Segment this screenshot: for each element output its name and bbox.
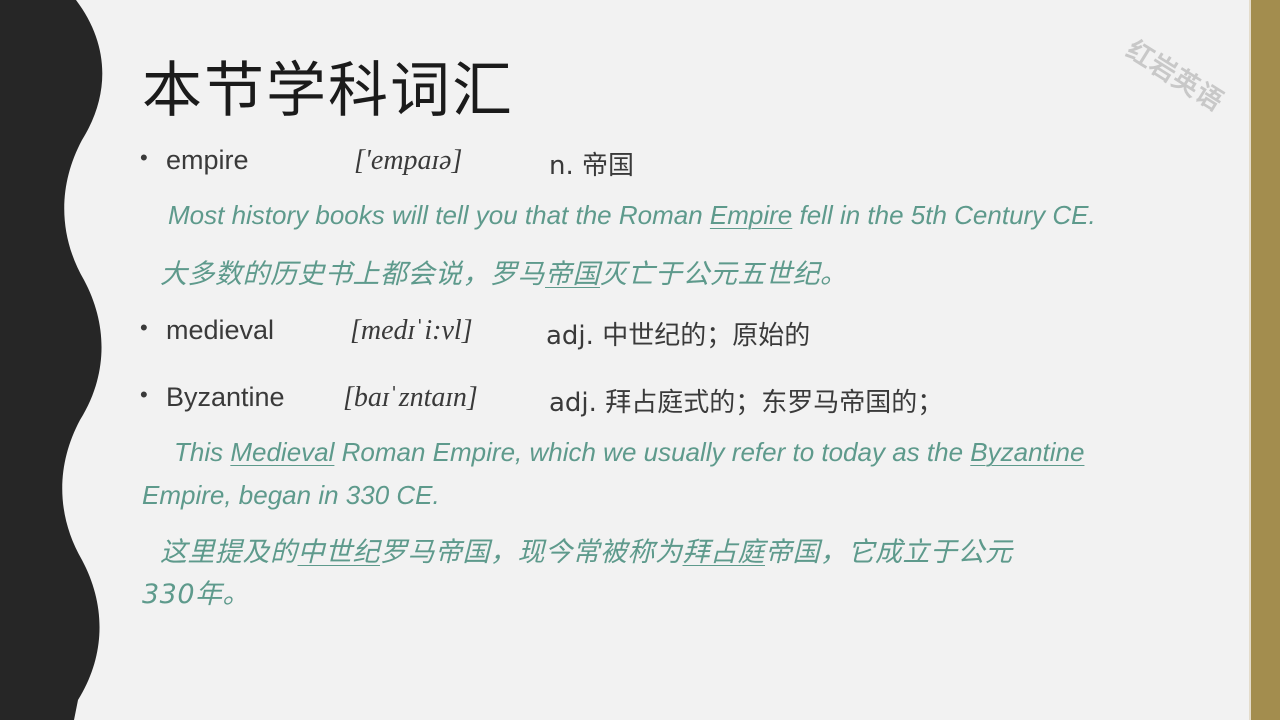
example-2-english-line2: Empire, began in 330 CE.	[142, 480, 440, 510]
highlight-word: Medieval	[230, 437, 335, 467]
left-wave-border	[0, 0, 103, 720]
highlight-word: 帝国	[545, 259, 600, 290]
vocab-phonetic: ['empaɪə]	[354, 145, 463, 176]
slide-title: 本节学科词汇	[142, 56, 514, 126]
example-2-chinese-line2: 330年。	[142, 579, 251, 610]
example-1-english: Most history books will tell you that th…	[168, 200, 1096, 231]
vocab-phonetic: [medɪˈi:vl]	[350, 315, 473, 346]
example-text: Most history books will tell you that th…	[168, 200, 710, 230]
example-2-chinese-line1: 这里提及的中世纪罗马帝国，现今常被称为拜占庭帝国，它成立于公元	[160, 530, 1013, 569]
vocab-word: empire	[166, 145, 249, 175]
example-text: 帝国，它成立于公元	[765, 537, 1013, 568]
example-text: 这里提及的	[160, 537, 298, 568]
bullet-icon: •	[140, 315, 148, 340]
example-1-chinese: 大多数的历史书上都会说，罗马帝国灭亡于公元五世纪。	[160, 252, 848, 291]
highlight-word: 拜占庭	[682, 537, 765, 568]
highlight-word: Empire	[709, 200, 793, 230]
slide: 红岩英语 本节学科词汇 • empire ['empaɪə] n. 帝国 Mos…	[0, 0, 1280, 720]
watermark-logo: 红岩英语	[1120, 35, 1229, 118]
vocab-meaning: adj. 中世纪的；原始的	[546, 321, 811, 351]
example-2-english-line1: This Medieval Roman Empire, which we usu…	[174, 437, 1084, 468]
vocab-meaning: adj. 拜占庭式的；东罗马帝国的；	[549, 388, 944, 418]
vocab-word: medieval	[166, 315, 275, 345]
vocab-word: Byzantine	[166, 382, 285, 412]
vocab-phonetic: [baɪˈzntaɪn]	[343, 382, 478, 413]
example-text: 罗马帝国，现今常被称为	[380, 537, 683, 568]
right-gold-bar	[1251, 0, 1280, 720]
example-text: 大多数的历史书上都会说，罗马	[160, 259, 545, 290]
bullet-icon: •	[140, 145, 148, 170]
example-text: 灭亡于公元五世纪。	[600, 259, 848, 290]
example-text: This	[174, 437, 231, 467]
highlight-word: Byzantine	[970, 437, 1085, 467]
vocab-meaning: n. 帝国	[549, 151, 635, 181]
highlight-word: 中世纪	[297, 537, 380, 568]
example-text: fell in the 5th Century CE.	[792, 200, 1096, 230]
bullet-icon: •	[140, 382, 148, 407]
example-text: Roman Empire, which we usually refer to …	[334, 437, 971, 467]
